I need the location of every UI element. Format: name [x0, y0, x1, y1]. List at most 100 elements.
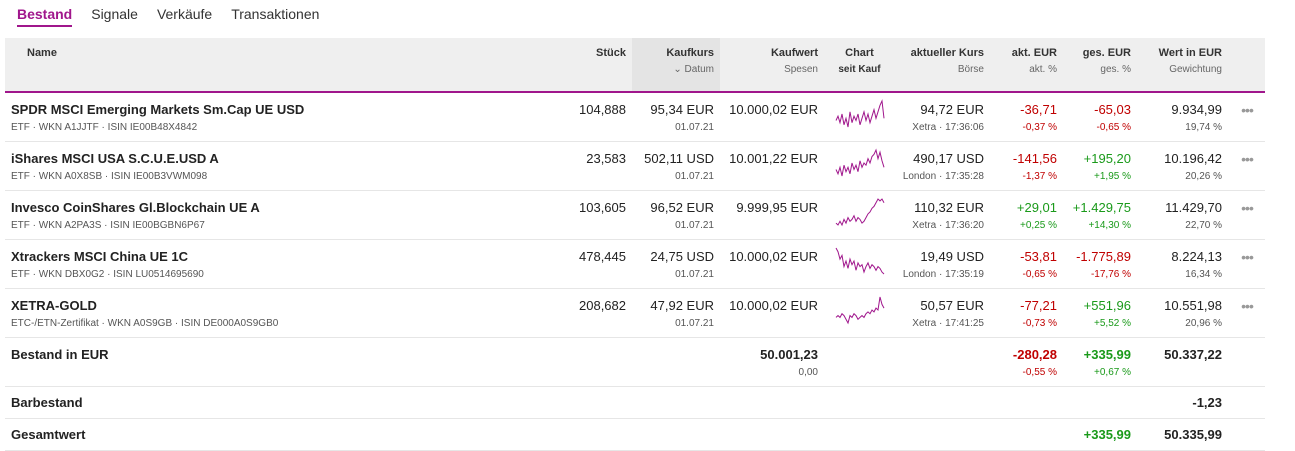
- empty-cell: [560, 337, 632, 387]
- position-akt-eur: -53,81: [1020, 249, 1057, 264]
- col-kaufkurs-label: Kaufkurs: [666, 47, 714, 59]
- col-kaufwert[interactable]: Kaufwert Spesen: [720, 38, 824, 93]
- position-stueck: 104,888: [560, 92, 632, 142]
- col-ges-eur[interactable]: ges. EUR ges. %: [1063, 38, 1137, 93]
- sparkline-chart: [835, 198, 884, 227]
- position-row[interactable]: iShares MSCI USA S.C.U.E.USD A ETF · WKN …: [5, 141, 1265, 191]
- position-ges-pct: -0,65 %: [1096, 122, 1131, 133]
- col-wert[interactable]: Wert in EUR Gewichtung: [1137, 38, 1228, 93]
- position-boerse: Xetra · 17:41:25: [912, 318, 984, 329]
- more-options-icon[interactable]: •••: [1228, 239, 1265, 289]
- position-wert: 9.934,99: [1171, 102, 1222, 117]
- position-meta: ETF · WKN A2PA3S · ISIN IE00BGBN6P67: [11, 220, 205, 231]
- col-stueck[interactable]: Stück: [560, 38, 632, 93]
- position-kaufwert: 10.001,22 EUR: [720, 141, 824, 191]
- position-boerse: Xetra · 17:36:06: [912, 122, 984, 133]
- position-ges-eur: +551,96: [1083, 298, 1131, 313]
- position-gewichtung: 22,70 %: [1185, 220, 1222, 231]
- position-name[interactable]: Xtrackers MSCI China UE 1C: [11, 249, 188, 264]
- position-kaufwert: 10.000,02 EUR: [720, 239, 824, 289]
- position-datum: 01.07.21: [675, 220, 714, 231]
- position-akt-pct: -0,37 %: [1022, 122, 1057, 133]
- sparkline-line: [835, 247, 884, 275]
- more-options-icon[interactable]: •••: [1228, 92, 1265, 142]
- totals-akt-pct: -0,55 %: [1022, 367, 1057, 378]
- position-name[interactable]: SPDR MSCI Emerging Markets Sm.Cap UE USD: [11, 102, 304, 117]
- position-meta: ETC-/ETN-Zertifikat · WKN A0S9GB · ISIN …: [11, 318, 279, 329]
- position-wert: 8.224,13: [1171, 249, 1222, 264]
- position-wert-cell: 11.429,70 22,70 %: [1137, 190, 1228, 240]
- sparkline-cell[interactable]: [824, 288, 894, 338]
- tab-signale[interactable]: Signale: [91, 6, 138, 27]
- position-name[interactable]: Invesco CoinShares Gl.Blockchain UE A: [11, 200, 260, 215]
- position-akt-pct: -0,73 %: [1022, 318, 1057, 329]
- col-akt-eur[interactable]: akt. EUR akt. %: [990, 38, 1063, 93]
- position-name-cell[interactable]: SPDR MSCI Emerging Markets Sm.Cap UE USD…: [5, 92, 560, 142]
- col-wert-label: Wert in EUR: [1158, 47, 1222, 59]
- position-boerse: Xetra · 17:36:20: [912, 220, 984, 231]
- position-gewichtung: 19,74 %: [1185, 122, 1222, 133]
- position-row[interactable]: Invesco CoinShares Gl.Blockchain UE A ETF…: [5, 190, 1265, 240]
- position-ges-eur: +1.429,75: [1072, 200, 1131, 215]
- position-row[interactable]: Xtrackers MSCI China UE 1C ETF · WKN DBX0…: [5, 239, 1265, 289]
- col-akt-eur-label: akt. EUR: [1011, 47, 1057, 59]
- totals-ges: +335,99 +0,67 %: [1063, 337, 1137, 387]
- col-kaufkurs[interactable]: Kaufkurs ⌄ Datum: [632, 38, 720, 93]
- position-name[interactable]: XETRA-GOLD: [11, 298, 97, 313]
- empty-cell: [1228, 386, 1265, 419]
- position-kurs: 490,17 USD: [913, 151, 984, 166]
- position-row[interactable]: SPDR MSCI Emerging Markets Sm.Cap UE USD…: [5, 92, 1265, 142]
- totals-akt: -280,28 -0,55 %: [990, 337, 1063, 387]
- position-akt-pct: +0,25 %: [1020, 220, 1057, 231]
- col-name[interactable]: Name: [5, 38, 560, 93]
- totals-kaufwert-value: 50.001,23: [760, 347, 818, 362]
- position-akt-eur: +29,01: [1016, 200, 1057, 215]
- gesamtwert-wert: 50.335,99: [1137, 418, 1228, 451]
- position-kaufkurs: 502,11 USD: [644, 151, 714, 166]
- position-kaufwert: 10.000,02 EUR: [720, 92, 824, 142]
- barbestand-label: Barbestand: [5, 386, 560, 419]
- more-options-icon[interactable]: •••: [1228, 190, 1265, 240]
- position-ges-cell: +551,96 +5,52 %: [1063, 288, 1137, 338]
- sparkline-chart: [835, 296, 884, 325]
- col-kurs[interactable]: aktueller Kurs Börse: [894, 38, 990, 93]
- sparkline-cell[interactable]: [824, 190, 894, 240]
- position-kurs-cell: 50,57 EUR Xetra · 17:41:25: [894, 288, 990, 338]
- col-spesen-label: Spesen: [784, 64, 818, 75]
- position-name-cell[interactable]: Invesco CoinShares Gl.Blockchain UE A ETF…: [5, 190, 560, 240]
- more-options-icon[interactable]: •••: [1228, 141, 1265, 191]
- position-kurs-cell: 490,17 USD London · 17:35:28: [894, 141, 990, 191]
- position-name-cell[interactable]: Xtrackers MSCI China UE 1C ETF · WKN DBX0…: [5, 239, 560, 289]
- more-options-icon[interactable]: •••: [1228, 288, 1265, 338]
- empty-cell: [632, 337, 720, 387]
- position-stueck: 23,583: [560, 141, 632, 191]
- sparkline-cell[interactable]: [824, 141, 894, 191]
- position-akt-cell: -53,81 -0,65 %: [990, 239, 1063, 289]
- tab-verkaeufe[interactable]: Verkäufe: [157, 6, 212, 27]
- totals-ges-pct: +0,67 %: [1094, 367, 1131, 378]
- position-name[interactable]: iShares MSCI USA S.C.U.E.USD A: [11, 151, 219, 166]
- col-ges-pct-label: ges. %: [1100, 64, 1131, 75]
- position-kurs: 94,72 EUR: [920, 102, 984, 117]
- tab-bestand[interactable]: Bestand: [17, 6, 73, 27]
- position-ges-eur: -1.775,89: [1076, 249, 1131, 264]
- sparkline-cell[interactable]: [824, 239, 894, 289]
- position-wert: 10.551,98: [1164, 298, 1222, 313]
- position-akt-eur: -77,21: [1020, 298, 1057, 313]
- position-datum: 01.07.21: [675, 171, 714, 182]
- position-row[interactable]: XETRA-GOLD ETC-/ETN-Zertifikat · WKN A0S9…: [5, 288, 1265, 338]
- tab-transaktionen[interactable]: Transaktionen: [231, 6, 319, 27]
- position-kaufkurs-cell: 95,34 EUR 01.07.21: [632, 92, 720, 142]
- position-stueck: 103,605: [560, 190, 632, 240]
- position-meta: ETF · WKN A1JJTF · ISIN IE00B48X4842: [11, 122, 198, 133]
- position-ges-cell: -1.775,89 -17,76 %: [1063, 239, 1137, 289]
- col-datum-label: Datum: [684, 64, 714, 75]
- sparkline-cell[interactable]: [824, 92, 894, 142]
- position-akt-cell: -141,56 -1,37 %: [990, 141, 1063, 191]
- position-ges-eur: +195,20: [1083, 151, 1131, 166]
- portfolio-table: Name Stück Kaufkurs ⌄ Datum Kaufwert Spese…: [5, 38, 1265, 451]
- position-datum: 01.07.21: [675, 122, 714, 133]
- totals-ges-eur: +335,99: [1083, 347, 1131, 362]
- position-name-cell[interactable]: iShares MSCI USA S.C.U.E.USD A ETF · WKN …: [5, 141, 560, 191]
- position-name-cell[interactable]: XETRA-GOLD ETC-/ETN-Zertifikat · WKN A0S9…: [5, 288, 560, 338]
